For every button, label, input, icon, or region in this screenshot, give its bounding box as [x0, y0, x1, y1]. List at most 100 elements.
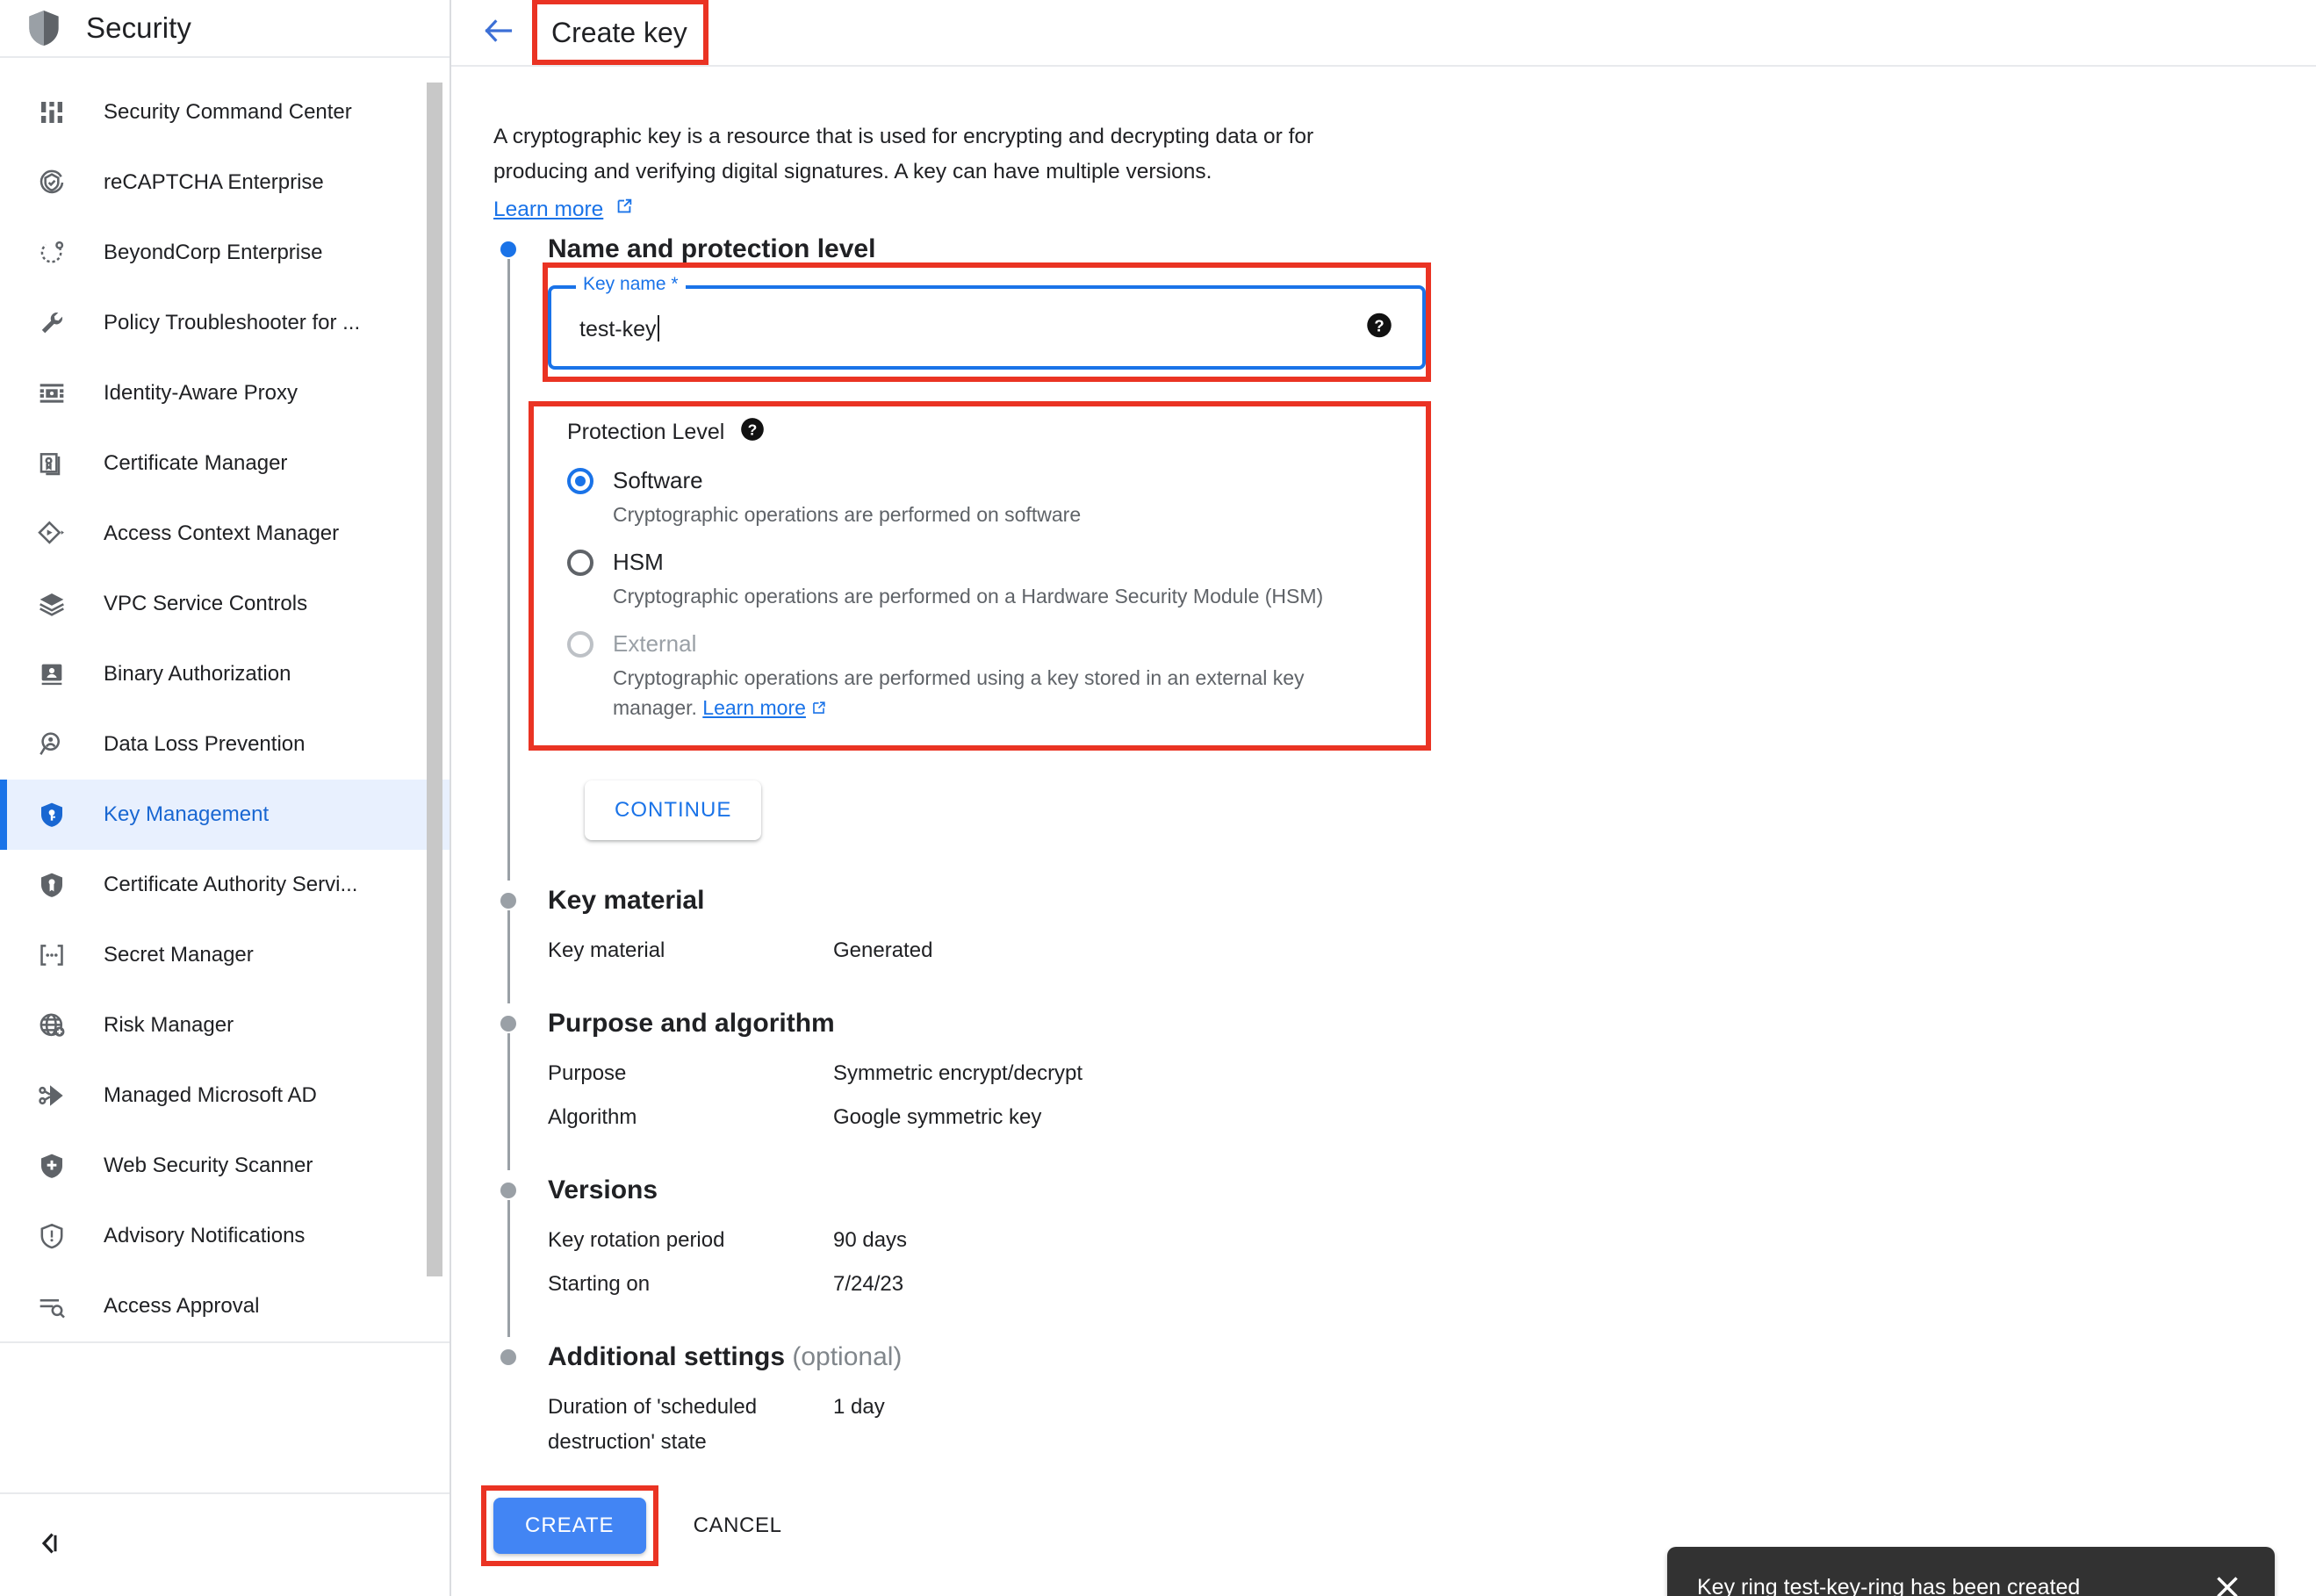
- sidebar-item-policy-troubleshooter-for[interactable]: Policy Troubleshooter for ...: [0, 288, 450, 358]
- sidebar-item-key-management[interactable]: Key Management: [0, 780, 450, 850]
- step-name-and-protection: Name and protection level Key name * tes…: [493, 229, 1494, 881]
- sidebar-item-label: Managed Microsoft AD: [104, 1083, 317, 1107]
- shield-plus-icon: [35, 1149, 68, 1183]
- sidebar-item-secret-manager[interactable]: Secret Manager: [0, 920, 450, 990]
- sidebar-item-recaptcha-enterprise[interactable]: reCAPTCHA Enterprise: [0, 147, 450, 218]
- sidebar-item-certificate-manager[interactable]: Certificate Manager: [0, 428, 450, 499]
- step-bullet: [500, 1349, 516, 1365]
- shopping-cart-icon: [35, 1362, 68, 1366]
- diamond-arrow-icon: [35, 517, 68, 550]
- learn-more-link[interactable]: Learn more: [493, 197, 634, 222]
- sidebar: Security Security Command Center reCAPTCH…: [0, 0, 451, 1596]
- protection-option-hsm[interactable]: HSM Cryptographic operations are perform…: [567, 549, 1426, 611]
- learn-more-label: Learn more: [493, 197, 604, 221]
- sidebar-item-label: Web Security Scanner: [104, 1154, 313, 1177]
- page-header: Create key: [451, 0, 2316, 67]
- sidebar-item-certificate-authority-servi[interactable]: Certificate Authority Servi...: [0, 850, 450, 920]
- summary-value: 1 day: [833, 1395, 885, 1419]
- sidebar-item-label: Secret Manager: [104, 943, 254, 967]
- wrench-icon: [35, 306, 68, 340]
- sidebar-item-data-loss-prevention[interactable]: Data Loss Prevention: [0, 709, 450, 780]
- key-material-rows: Key material Generated: [548, 933, 1494, 968]
- step-title: Additional settings (optional): [548, 1337, 1494, 1377]
- sidebar-item-identity-aware-proxy[interactable]: Identity-Aware Proxy: [0, 358, 450, 428]
- sidebar-item-risk-manager[interactable]: Risk Manager: [0, 990, 450, 1060]
- sidebar-item-vpc-service-controls[interactable]: VPC Service Controls: [0, 569, 450, 639]
- summary-row: Starting on 7/24/23: [548, 1267, 1494, 1302]
- step-connector-line: [507, 1200, 510, 1337]
- protection-option-software[interactable]: Software Cryptographic operations are pe…: [567, 467, 1426, 529]
- sidebar-item-label: Risk Manager: [104, 1013, 234, 1037]
- shield-key-icon: [35, 798, 68, 831]
- sidebar-item-managed-microsoft-ad[interactable]: Managed Microsoft AD: [0, 1060, 450, 1131]
- summary-row: Algorithm Google symmetric key: [548, 1100, 1494, 1135]
- sidebar-scrollbar[interactable]: [427, 83, 442, 1276]
- person-badge-icon: [35, 658, 68, 691]
- summary-row: Purpose Symmetric encrypt/decrypt: [548, 1056, 1494, 1091]
- sidebar-item-access-approval[interactable]: Access Approval: [0, 1271, 450, 1341]
- key-name-label: Key name *: [576, 274, 686, 295]
- option-description: Cryptographic operations are performed o…: [613, 500, 1333, 529]
- external-link-icon: [810, 694, 827, 724]
- sidebar-item-security-command-center[interactable]: Security Command Center: [0, 77, 450, 147]
- step-key-material: Key material Key material Generated: [493, 881, 1494, 1003]
- text-caret: [657, 315, 659, 341]
- step-title-text: Additional settings: [548, 1342, 785, 1371]
- step-connector-line: [507, 1033, 510, 1170]
- sidebar-item-web-security-scanner[interactable]: Web Security Scanner: [0, 1131, 450, 1201]
- sidebar-item-label: Certificate Manager: [104, 451, 288, 475]
- sidebar-item-label: BeyondCorp Enterprise: [104, 241, 323, 264]
- summary-value: 7/24/23: [833, 1272, 904, 1296]
- snackbar-message: Key ring test-key-ring has been created: [1697, 1574, 2081, 1596]
- step-title: Key material: [548, 886, 705, 915]
- cancel-button[interactable]: CANCEL: [694, 1513, 782, 1538]
- sidebar-header: Security: [0, 0, 450, 58]
- svg-text:?: ?: [1374, 316, 1384, 334]
- create-key-stepper: Name and protection level Key name * tes…: [493, 229, 1494, 1469]
- radio-software[interactable]: [567, 467, 593, 494]
- sidebar-item-marketplace[interactable]: Marketplace: [0, 1343, 450, 1366]
- globe-plus-icon: [35, 1009, 68, 1042]
- layers-icon: [35, 587, 68, 621]
- create-button[interactable]: CREATE: [493, 1498, 646, 1554]
- dashboard-grid-icon: [35, 96, 68, 129]
- versions-rows: Key rotation period 90 days Starting on 7/2…: [548, 1223, 1494, 1302]
- option-learn-more-label: Learn more: [702, 696, 806, 719]
- summary-value: Generated: [833, 938, 933, 962]
- certificate-stack-icon: [35, 447, 68, 480]
- sidebar-item-advisory-notifications[interactable]: Advisory Notifications: [0, 1201, 450, 1271]
- sidebar-collapse-bar[interactable]: [0, 1492, 450, 1596]
- step-connector-line: [507, 910, 510, 1003]
- sidebar-item-binary-authorization[interactable]: Binary Authorization: [0, 639, 450, 709]
- beyondcorp-circle-icon: [35, 236, 68, 270]
- sidebar-item-label: Key Management: [104, 802, 270, 826]
- close-icon[interactable]: [2213, 1573, 2241, 1596]
- secret-brackets-icon: [35, 938, 68, 972]
- step-bullet-active: [500, 241, 516, 257]
- snackbar-toast: Key ring test-key-ring has been created: [1667, 1547, 2275, 1596]
- key-name-input[interactable]: Key name * test-key ?: [548, 274, 1426, 370]
- managed-ad-icon: [35, 1079, 68, 1112]
- protection-level-group: Protection Level ? Software Cryptographi…: [529, 401, 1431, 751]
- continue-button[interactable]: CONTINUE: [585, 780, 762, 840]
- protection-option-external[interactable]: External Cryptographic operations are pe…: [567, 630, 1426, 724]
- summary-row: Key rotation period 90 days: [548, 1223, 1494, 1258]
- key-name-value: test-key: [579, 315, 659, 342]
- help-circle-icon[interactable]: ?: [740, 417, 765, 448]
- option-learn-more-link[interactable]: Learn more: [702, 696, 806, 719]
- step-bullet: [500, 1183, 516, 1198]
- page-title: Create key: [551, 16, 687, 48]
- option-label: Software: [613, 467, 703, 493]
- page-title-wrap: Create key: [532, 0, 708, 65]
- step-title: Name and protection level: [548, 234, 876, 263]
- radio-hsm[interactable]: [567, 549, 593, 576]
- step-title: Purpose and algorithm: [548, 1009, 835, 1038]
- back-arrow-icon[interactable]: [483, 18, 514, 48]
- help-circle-icon[interactable]: ?: [1366, 313, 1392, 343]
- sidebar-item-access-context-manager[interactable]: Access Context Manager: [0, 499, 450, 569]
- app-root: Security Security Command Center reCAPTCH…: [0, 0, 2316, 1596]
- collapse-panel-icon[interactable]: [33, 1528, 63, 1563]
- sidebar-item-beyondcorp-enterprise[interactable]: BeyondCorp Enterprise: [0, 218, 450, 288]
- radio-external[interactable]: [567, 630, 593, 658]
- summary-label: Key material: [548, 938, 665, 962]
